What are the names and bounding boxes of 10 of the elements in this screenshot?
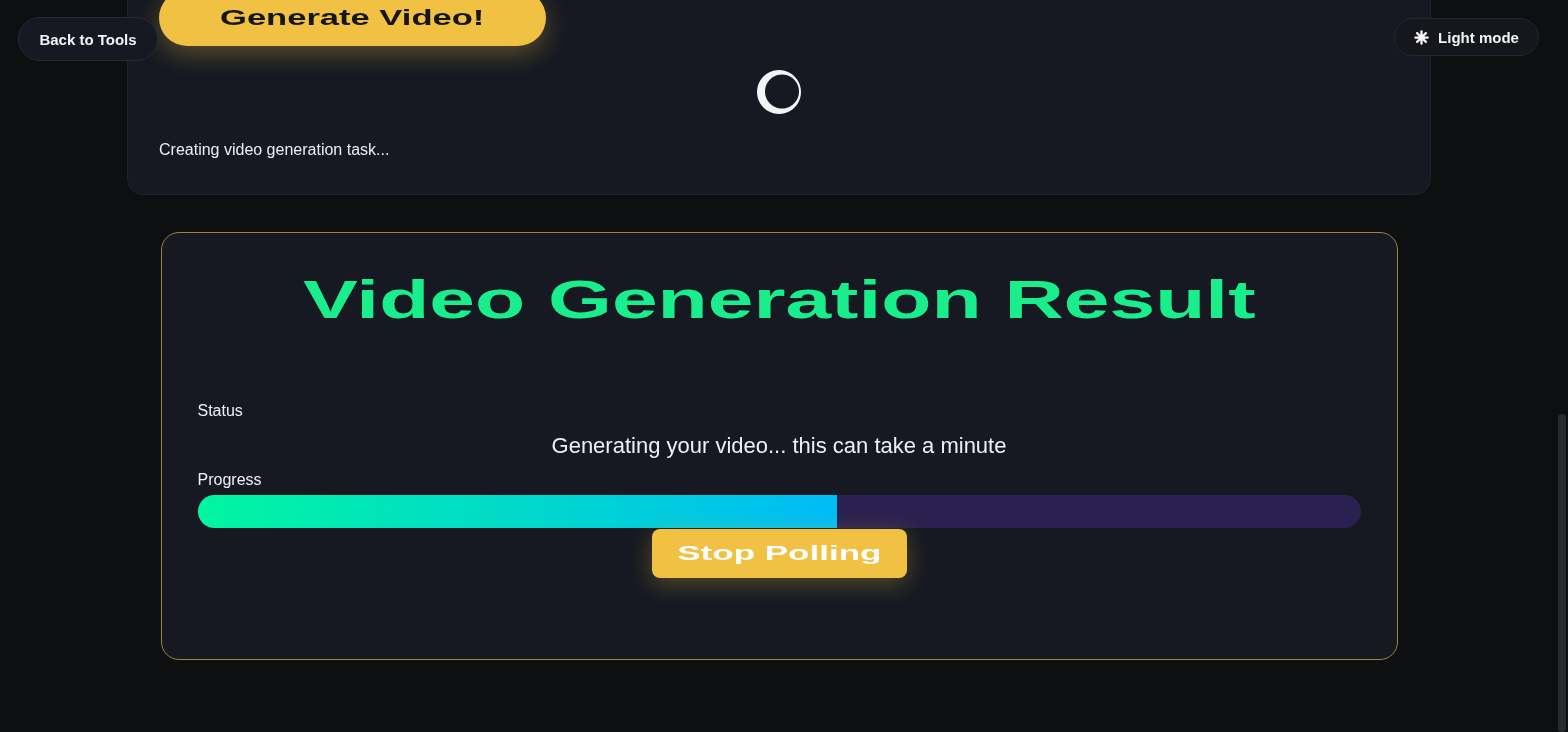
status-message: Generating your video... this can take a minute bbox=[551, 432, 1007, 460]
result-title: Video Generation Result bbox=[302, 269, 1256, 331]
task-status-text: Creating video generation task... bbox=[159, 140, 390, 160]
generate-video-button[interactable]: Generate Video! bbox=[159, 0, 546, 46]
scrollbar-thumb[interactable] bbox=[1558, 414, 1566, 732]
back-to-tools-button[interactable]: Back to Tools bbox=[18, 17, 158, 61]
light-mode-button[interactable]: Light mode bbox=[1394, 18, 1539, 56]
sun-icon bbox=[1414, 29, 1430, 45]
progress-label: Progress bbox=[197, 471, 262, 489]
status-label: Status bbox=[197, 402, 243, 420]
